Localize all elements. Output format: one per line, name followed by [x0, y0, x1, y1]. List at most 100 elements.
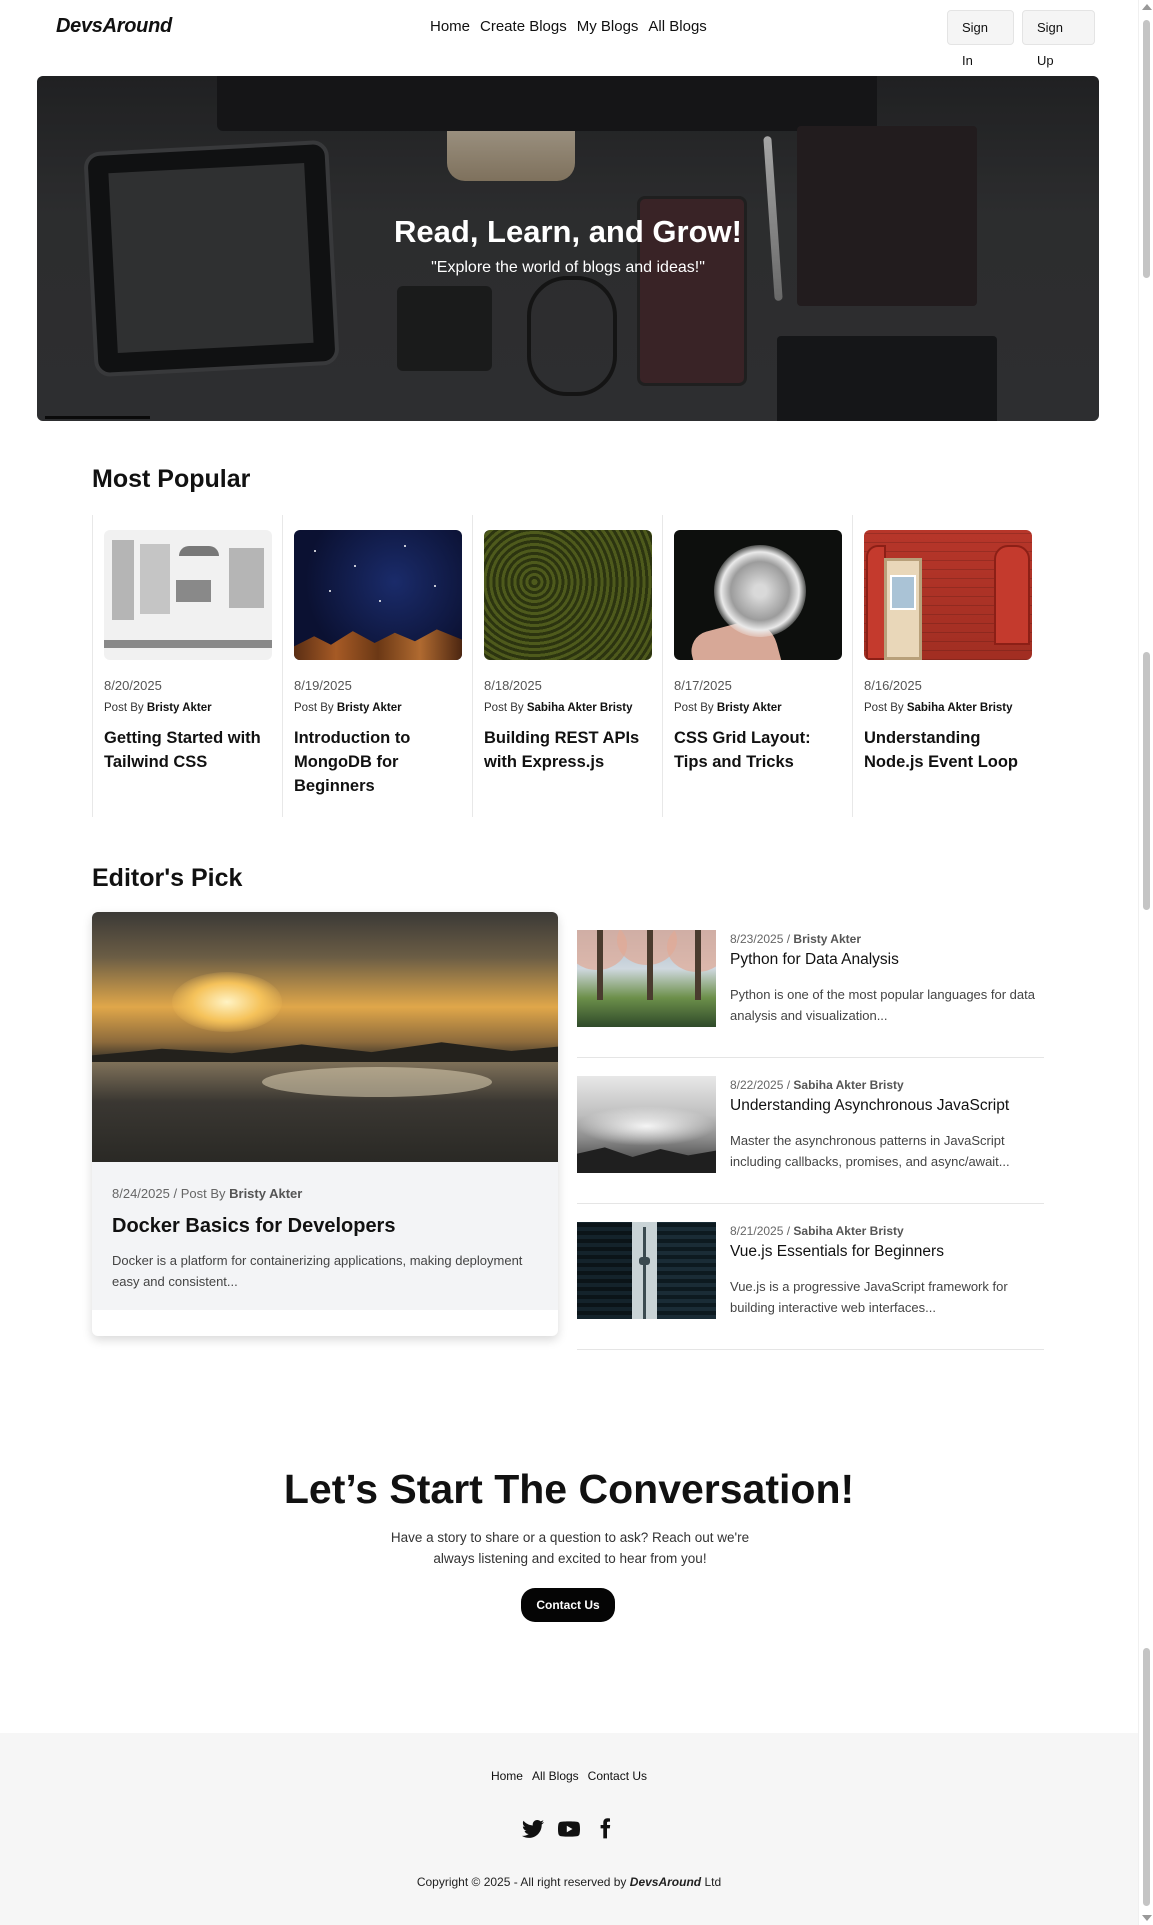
footer-link-all-blogs[interactable]: All Blogs [532, 1769, 579, 1783]
image-detail [404, 545, 406, 547]
sign-in-button[interactable]: Sign In [947, 10, 1014, 68]
editors-pick-heading: Editor's Pick [92, 864, 243, 892]
editors-pick-list: 8/23/2025 / Bristy Akter Python for Data… [577, 912, 1044, 1350]
image-detail [643, 1227, 646, 1319]
sign-up-button[interactable]: Sign Up [1022, 10, 1095, 68]
post-by-label: Post By [674, 702, 714, 714]
footer: Home All Blogs Contact Us Copyright © 20… [0, 1733, 1138, 1925]
image-detail [577, 1222, 632, 1319]
popular-card[interactable]: 8/20/2025 Post By Bristy Akter Getting S… [92, 515, 282, 817]
social-icons [0, 1817, 1138, 1841]
image-detail [140, 544, 170, 614]
list-item-meta: 8/23/2025 / Bristy Akter [730, 932, 861, 946]
popular-card[interactable]: 8/16/2025 Post By Sabiha Akter Bristy Un… [852, 515, 1042, 817]
hero-title: Read, Learn, and Grow! [394, 214, 742, 249]
image-detail [890, 575, 916, 610]
popular-card-date: 8/16/2025 [864, 678, 922, 693]
featured-post-description: Docker is a platform for containerizing … [112, 1253, 523, 1289]
image-detail [647, 930, 653, 1000]
copyright: Copyright © 2025 - All right reserved by… [0, 1875, 1138, 1889]
author-name: Sabiha Akter Bristy [793, 1078, 904, 1092]
featured-post-body: 8/24/2025 / Post By Bristy Akter Docker … [92, 1162, 558, 1310]
twitter-icon-graphic [522, 1820, 544, 1838]
popular-card-author: Post By Bristy Akter [294, 702, 461, 714]
copyright-text: Copyright © 2025 - All right reserved by [416, 1875, 627, 1889]
list-item-title[interactable]: Vue.js Essentials for Beginners [730, 1243, 944, 1261]
popular-carousel: 8/20/2025 Post By Bristy Akter Getting S… [92, 515, 1042, 817]
image-detail [657, 1222, 716, 1319]
popular-card-author: Post By Bristy Akter [104, 702, 271, 714]
nav-link-home[interactable]: Home [430, 18, 470, 35]
post-date: 8/23/2025 / [730, 932, 791, 946]
scroll-down-arrow-icon[interactable] [1142, 1915, 1152, 1921]
image-detail [229, 548, 264, 608]
nav-link-create-blogs[interactable]: Create Blogs [480, 18, 567, 35]
image-detail [329, 590, 331, 592]
popular-card-title[interactable]: Understanding Node.js Event Loop [864, 726, 1031, 774]
scrollbar-thumb[interactable] [1143, 652, 1150, 910]
popular-card-title[interactable]: Building REST APIs with Express.js [484, 726, 651, 774]
nav-link-my-blogs[interactable]: My Blogs [577, 18, 639, 35]
slider-progress-bar [45, 416, 150, 419]
popular-card-image [104, 530, 272, 660]
image-detail [112, 540, 134, 620]
main-menu: Home Create Blogs My Blogs All Blogs [430, 18, 707, 35]
post-by-label: / Post By [173, 1186, 226, 1201]
author-name: Sabiha Akter Bristy [906, 702, 1013, 714]
popular-card-title[interactable]: Getting Started with Tailwind CSS [104, 726, 271, 774]
hero-banner: Read, Learn, and Grow! "Explore the worl… [37, 76, 1099, 421]
image-detail [179, 546, 219, 556]
author-name: Bristy Akter [336, 702, 402, 714]
popular-card-author: Post By Sabiha Akter Bristy [864, 702, 1031, 714]
list-item-title[interactable]: Python for Data Analysis [730, 951, 899, 969]
footer-link-home[interactable]: Home [491, 1769, 523, 1783]
list-item-meta: 8/21/2025 / Sabiha Akter Bristy [730, 1224, 904, 1238]
featured-post-card[interactable]: 8/24/2025 / Post By Bristy Akter Docker … [92, 912, 558, 1336]
contact-us-button[interactable]: Contact Us [521, 1588, 615, 1622]
post-by-label: Post By [104, 702, 144, 714]
image-detail [172, 972, 282, 1032]
facebook-icon[interactable] [593, 1817, 617, 1841]
author-name: Bristy Akter [146, 702, 212, 714]
popular-card[interactable]: 8/18/2025 Post By Sabiha Akter Bristy Bu… [472, 515, 662, 817]
scroll-up-arrow-icon[interactable] [1142, 4, 1152, 10]
youtube-icon[interactable] [557, 1817, 581, 1841]
popular-card[interactable]: 8/19/2025 Post By Bristy Akter Introduct… [282, 515, 472, 817]
image-detail [314, 550, 316, 552]
image-detail [597, 930, 603, 1000]
featured-post-title[interactable]: Docker Basics for Developers [112, 1215, 538, 1238]
list-item[interactable]: 8/22/2025 / Sabiha Akter Bristy Understa… [577, 1058, 1044, 1204]
nav-link-all-blogs[interactable]: All Blogs [648, 18, 706, 35]
image-detail [994, 545, 1030, 645]
list-item-description: Python is one of the most popular langua… [730, 987, 1035, 1023]
image-detail [176, 580, 211, 602]
scrollbar-thumb[interactable] [1143, 1648, 1150, 1906]
popular-card-title[interactable]: Introduction to MongoDB for Beginners [294, 726, 461, 798]
author-name: Bristy Akter [716, 702, 782, 714]
most-popular-heading: Most Popular [92, 465, 251, 493]
page-scrollbar[interactable] [1138, 0, 1153, 1925]
footer-link-contact-us[interactable]: Contact Us [588, 1769, 647, 1783]
popular-card[interactable]: 8/17/2025 Post By Bristy Akter CSS Grid … [662, 515, 852, 817]
image-detail [434, 585, 436, 587]
scrollbar-thumb[interactable] [1143, 20, 1150, 278]
popular-card-author: Post By Bristy Akter [674, 702, 841, 714]
youtube-icon-graphic [558, 1821, 580, 1837]
popular-card-date: 8/19/2025 [294, 678, 352, 693]
list-item[interactable]: 8/23/2025 / Bristy Akter Python for Data… [577, 912, 1044, 1058]
image-detail [104, 640, 272, 648]
facebook-icon-graphic [600, 1818, 611, 1839]
post-date: 8/24/2025 [112, 1186, 170, 1201]
list-item[interactable]: 8/21/2025 / Sabiha Akter Bristy Vue.js E… [577, 1204, 1044, 1350]
list-item-image [577, 930, 716, 1027]
popular-card-date: 8/20/2025 [104, 678, 162, 693]
popular-card-date: 8/17/2025 [674, 678, 732, 693]
twitter-icon[interactable] [521, 1817, 545, 1841]
copyright-suffix: Ltd [704, 1875, 722, 1889]
list-item-title[interactable]: Understanding Asynchronous JavaScript [730, 1097, 1009, 1115]
list-item-description: Master the asynchronous patterns in Java… [730, 1133, 1010, 1169]
list-item-image [577, 1076, 716, 1173]
site-logo[interactable]: DevsAround [56, 15, 172, 38]
author-name: Sabiha Akter Bristy [793, 1224, 904, 1238]
popular-card-title[interactable]: CSS Grid Layout: Tips and Tricks [674, 726, 841, 774]
